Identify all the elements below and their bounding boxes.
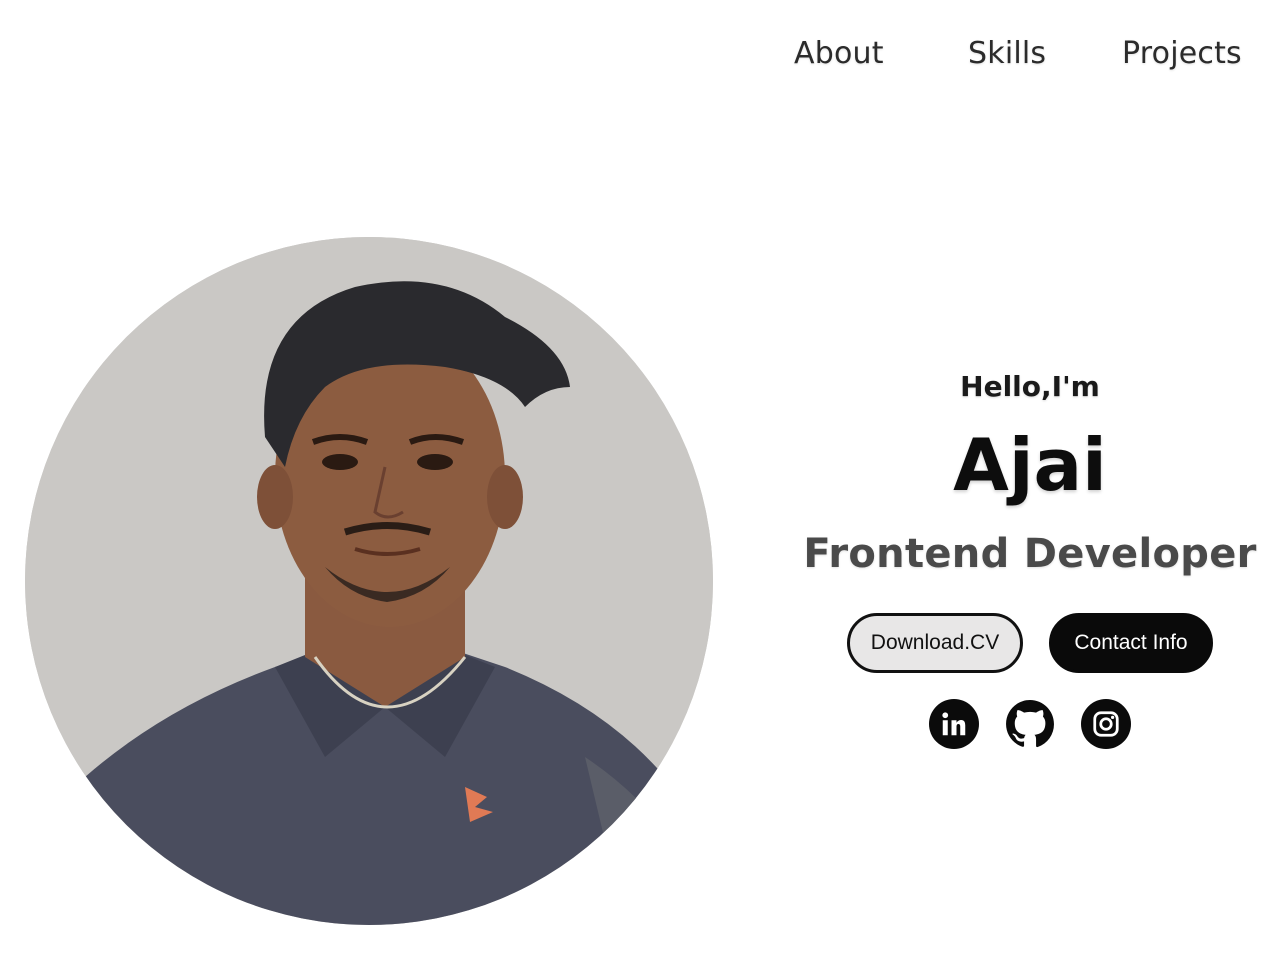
hero-section: Hello,I'm Ajai Frontend Developer Downlo… — [780, 360, 1280, 749]
contact-info-button[interactable]: Contact Info — [1049, 613, 1213, 673]
linkedin-icon[interactable] — [929, 699, 979, 749]
profile-photo — [25, 237, 713, 925]
nav-link-projects[interactable]: Projects — [1122, 36, 1242, 71]
cta-buttons: Download.CV Contact Info — [780, 613, 1280, 673]
download-cv-button[interactable]: Download.CV — [847, 613, 1023, 673]
social-links — [780, 699, 1280, 749]
name-heading: Ajai — [953, 423, 1107, 507]
portfolio-page: About Skills Projects Hello,I'm Ajai Fro… — [0, 0, 1280, 960]
nav-link-about[interactable]: About — [794, 36, 884, 71]
github-icon[interactable] — [1005, 699, 1055, 749]
role-subtitle: Frontend Developer — [803, 531, 1257, 577]
instagram-icon[interactable] — [1081, 699, 1131, 749]
greeting-text: Hello,I'm — [960, 370, 1100, 403]
nav-link-skills[interactable]: Skills — [968, 36, 1046, 71]
